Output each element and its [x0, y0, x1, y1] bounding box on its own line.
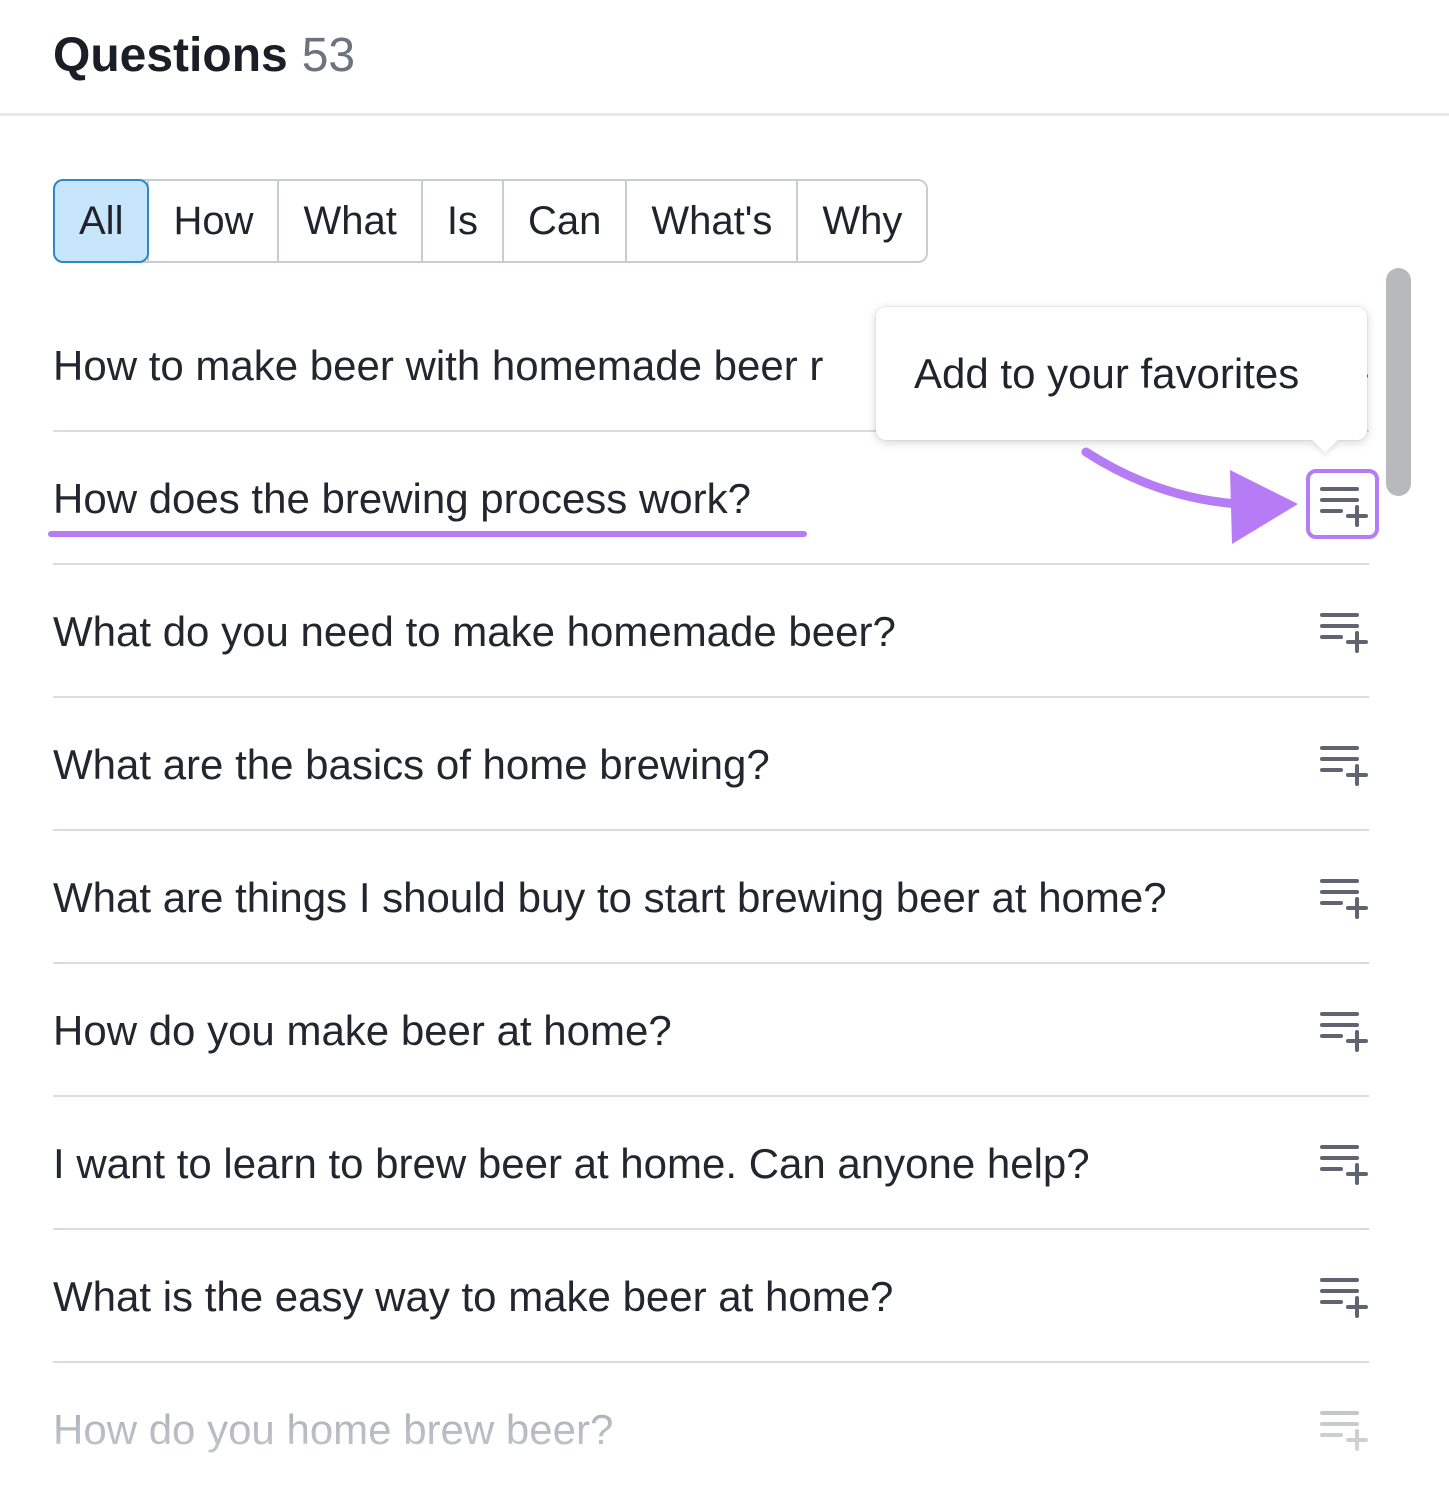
question-text[interactable]: What do you need to make homemade beer? — [53, 607, 896, 657]
question-row: What are the basics of home brewing? — [53, 698, 1369, 831]
question-text[interactable]: How do you home brew beer? — [53, 1405, 613, 1455]
question-row: How do you home brew beer? — [53, 1363, 1369, 1485]
question-row: What do you need to make homemade beer? — [53, 565, 1369, 698]
playlist-add-icon[interactable] — [1319, 1141, 1369, 1185]
question-count: 53 — [301, 29, 356, 82]
filter-how[interactable]: How — [147, 181, 278, 261]
favorites-tooltip: Add to your favorites — [876, 307, 1367, 453]
playlist-add-icon[interactable] — [1319, 1008, 1369, 1052]
question-text[interactable]: How to make beer with homemade beer r — [53, 341, 823, 391]
panel-header: Questions 53 — [0, 0, 1449, 116]
playlist-add-icon[interactable] — [1319, 609, 1369, 653]
question-row: I want to learn to brew beer at home. Ca… — [53, 1097, 1369, 1230]
question-row: What is the easy way to make beer at hom… — [53, 1230, 1369, 1363]
question-row: What are things I should buy to start br… — [53, 831, 1369, 964]
playlist-add-icon[interactable] — [1319, 875, 1369, 919]
question-text[interactable]: What is the easy way to make beer at hom… — [53, 1272, 893, 1322]
filter-what[interactable]: What — [277, 181, 421, 261]
filter-is[interactable]: Is — [420, 181, 502, 261]
playlist-add-icon[interactable] — [1319, 742, 1369, 786]
playlist-add-icon[interactable] — [1319, 1274, 1369, 1318]
filter-whats[interactable]: What's — [625, 181, 797, 261]
question-text[interactable]: I want to learn to brew beer at home. Ca… — [53, 1139, 1090, 1189]
page-title: Questions 53 — [53, 28, 355, 84]
playlist-add-icon[interactable] — [1319, 1407, 1369, 1451]
add-to-favorites-button[interactable] — [1306, 469, 1379, 539]
question-text[interactable]: What are things I should buy to start br… — [53, 873, 1167, 923]
filter-why[interactable]: Why — [796, 181, 927, 261]
question-underline-highlight — [48, 531, 807, 537]
questions-panel: Questions 53 All How What Is Can What's W… — [0, 0, 1449, 1485]
question-row: How do you make beer at home? — [53, 964, 1369, 1097]
title-text: Questions — [53, 29, 288, 82]
filter-all[interactable]: All — [55, 181, 148, 261]
pointer-arrow-icon — [1081, 447, 1298, 544]
tooltip-text: Add to your favorites — [914, 350, 1300, 397]
question-text[interactable]: How does the brewing process work? — [53, 474, 751, 524]
scrollbar-thumb[interactable] — [1386, 268, 1411, 496]
question-text[interactable]: What are the basics of home brewing? — [53, 740, 770, 790]
question-text[interactable]: How do you make beer at home? — [53, 1006, 672, 1056]
question-filter-group: All How What Is Can What's Why — [53, 179, 929, 263]
playlist-add-icon — [1320, 487, 1368, 527]
filter-can[interactable]: Can — [501, 181, 626, 261]
